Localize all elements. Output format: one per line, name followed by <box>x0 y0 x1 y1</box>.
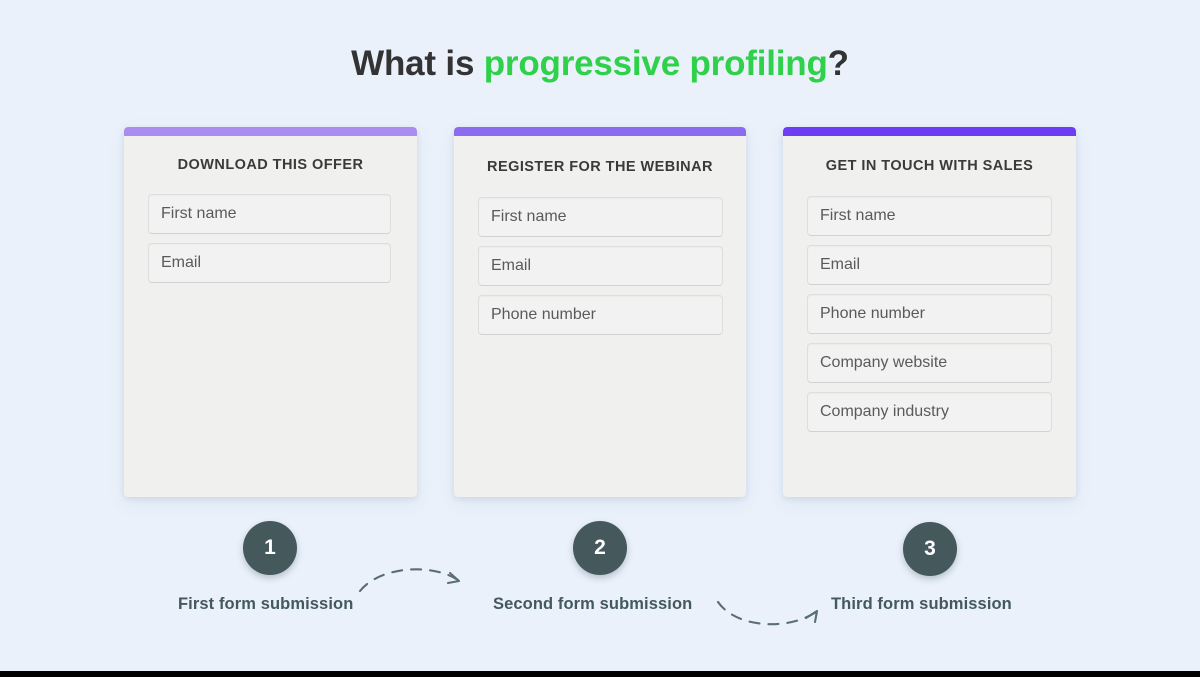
form-field-company-industry[interactable]: Company industry <box>807 392 1052 432</box>
form-field-email[interactable]: Email <box>807 245 1052 285</box>
flow-arrow-1-to-2 <box>358 568 461 593</box>
infographic-canvas: What is progressive profiling? DOWNLOAD … <box>0 0 1200 671</box>
form-card-contact-sales: GET IN TOUCH WITH SALES First name Email… <box>783 127 1076 497</box>
form-field-label: Email <box>161 254 202 271</box>
form-field-label: Phone number <box>820 305 925 322</box>
form-field-label: Email <box>491 257 532 274</box>
form-field-email[interactable]: Email <box>478 246 723 286</box>
card-accent-bar <box>454 127 746 136</box>
form-field-first-name[interactable]: First name <box>478 197 723 237</box>
page-title-suffix: ? <box>827 44 849 83</box>
flow-arrow-2-to-3 <box>716 600 819 626</box>
card-heading: GET IN TOUCH WITH SALES <box>825 158 1034 174</box>
form-card-register-webinar: REGISTER FOR THE WEBINAR First name Emai… <box>454 127 746 497</box>
form-card-download-offer: DOWNLOAD THIS OFFER First name Email <box>124 127 417 497</box>
step-badge-2: 2 <box>573 521 627 575</box>
form-field-list: First name Email <box>148 194 391 283</box>
step-caption-3: Third form submission <box>831 595 1012 613</box>
card-heading: DOWNLOAD THIS OFFER <box>177 157 364 173</box>
form-field-first-name[interactable]: First name <box>148 194 391 234</box>
card-accent-bar <box>124 127 417 136</box>
form-field-phone-number[interactable]: Phone number <box>807 294 1052 334</box>
bottom-divider <box>0 671 1200 677</box>
step-badge-1: 1 <box>243 521 297 575</box>
form-field-label: First name <box>820 207 896 224</box>
form-field-first-name[interactable]: First name <box>807 196 1052 236</box>
form-field-list: First name Email Phone number Company we… <box>807 196 1052 432</box>
card-heading: REGISTER FOR THE WEBINAR <box>487 159 713 175</box>
form-field-phone-number[interactable]: Phone number <box>478 295 723 335</box>
step-caption-2: Second form submission <box>493 595 693 613</box>
form-field-label: First name <box>161 205 237 222</box>
page-title-highlight: progressive profiling <box>483 44 828 83</box>
form-field-label: Company industry <box>820 403 949 420</box>
form-field-label: First name <box>491 208 567 225</box>
step-badge-3: 3 <box>903 522 957 576</box>
form-field-label: Company website <box>820 354 948 371</box>
form-field-email[interactable]: Email <box>148 243 391 283</box>
page-title-prefix: What is <box>351 44 484 83</box>
form-field-label: Phone number <box>491 306 596 323</box>
step-caption-1: First form submission <box>178 595 354 613</box>
form-field-label: Email <box>820 256 861 273</box>
page-title: What is progressive profiling? <box>0 44 1200 84</box>
card-accent-bar <box>783 127 1076 136</box>
form-field-company-website[interactable]: Company website <box>807 343 1052 383</box>
form-field-list: First name Email Phone number <box>478 197 723 335</box>
